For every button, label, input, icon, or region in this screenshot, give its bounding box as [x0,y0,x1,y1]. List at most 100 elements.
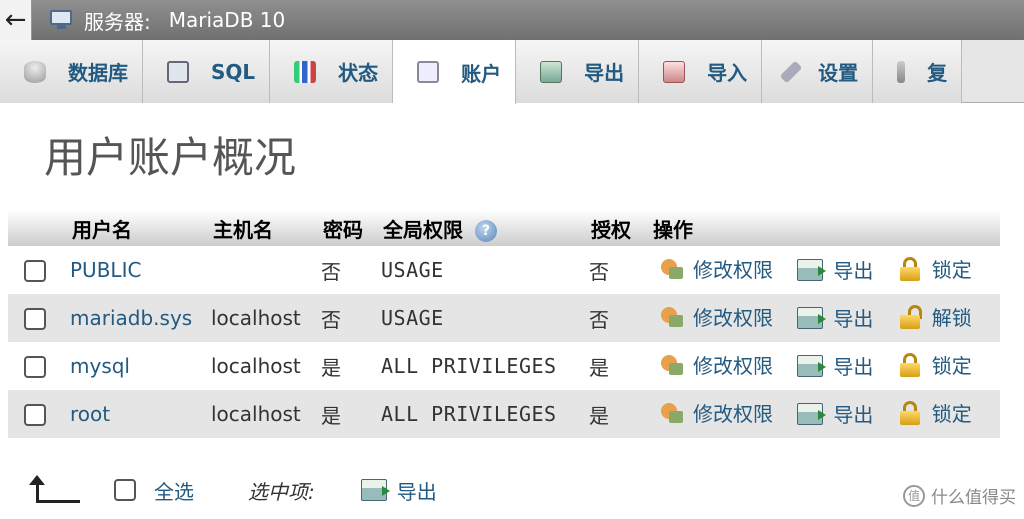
privileges-cell: ALL PRIVILEGES [375,342,583,390]
username-link[interactable]: PUBLIC [70,258,141,282]
grant-cell: 是 [583,342,645,390]
header-grant: 授权 [583,210,645,246]
edit-privileges-icon [659,401,685,425]
user-accounts-table: 用户名 主机名 密码 全局权限? 授权 操作 PUBLIC 否 USAGE 否 … [8,210,1000,438]
action-label: 锁定 [931,354,972,379]
grant-cell: 是 [583,390,645,438]
header-username: 用户名 [64,210,205,246]
username-link[interactable]: mysql [70,354,130,378]
export-link[interactable]: 导出 [797,399,873,428]
edit-privileges-icon [659,257,685,281]
edit-privileges-link[interactable]: 修改权限 [659,350,773,379]
edit-privileges-link[interactable]: 修改权限 [659,302,773,331]
action-label: 锁定 [931,402,972,427]
tab-export[interactable]: 导出 [516,40,640,103]
with-selected-label: 选中项: [248,479,315,504]
export-link[interactable]: 导出 [797,351,873,380]
tab-label: 数据库 [68,61,128,85]
action-label: 修改权限 [693,306,773,331]
server-bar: ← 服务器: MariaDB 10 [0,0,1024,40]
back-arrow-icon[interactable]: ← [0,0,32,40]
lock-link[interactable]: 锁定 [898,254,972,283]
password-cell: 是 [315,390,375,438]
export-icon [360,479,390,501]
tab-sql[interactable]: SQL [143,40,271,103]
header-password: 密码 [315,210,375,246]
unlock-link[interactable]: 解锁 [898,302,972,331]
settings-icon [779,60,803,83]
watermark-text: 什么值得买 [931,488,1016,508]
host-cell: localhost [205,390,315,438]
lock-icon [898,256,922,281]
action-label: 修改权限 [693,258,773,283]
export-icon [797,306,827,329]
table-row: root localhost 是 ALL PRIVILEGES 是 修改权限 导… [8,390,1000,438]
tab-settings[interactable]: 设置 [762,40,874,103]
tab-label: 状态 [338,61,379,85]
select-arrow-icon [28,475,80,505]
tab-label: 复 [927,61,948,85]
lock-link[interactable]: 锁定 [898,350,972,379]
action-label: 导出 [833,307,874,332]
edit-privileges-icon [659,305,685,329]
export-link[interactable]: 导出 [797,255,873,284]
tab-databases[interactable]: 数据库 [0,40,143,103]
action-label: 导出 [833,259,874,284]
edit-privileges-link[interactable]: 修改权限 [659,254,773,283]
server-name-link[interactable]: MariaDB 10 [169,8,285,32]
action-label: 解锁 [931,306,972,331]
bulk-actions-footer: 全选 选中项: 导出 [28,475,437,505]
action-label: 锁定 [931,258,972,283]
export-icon [797,402,827,425]
bulk-export-button[interactable]: 导出 [360,476,437,505]
sql-icon [167,60,189,83]
edit-privileges-link[interactable]: 修改权限 [659,398,773,427]
page-title: 用户账户概况 [44,133,297,182]
lock-icon [898,352,922,377]
header-global-privileges-label: 全局权限 [383,217,463,242]
row-checkbox[interactable] [24,260,46,283]
edit-privileges-icon [659,353,685,377]
status-icon [294,60,317,83]
row-checkbox[interactable] [24,356,46,379]
table-row: PUBLIC 否 USAGE 否 修改权限 导出 锁定 [8,246,1000,294]
select-all-label[interactable]: 全选 [154,476,194,505]
tab-replication[interactable]: 复 [873,40,963,103]
header-actions: 操作 [645,210,1000,246]
action-label: 修改权限 [693,402,773,427]
action-label: 导出 [833,355,874,380]
tab-label: 设置 [818,61,859,85]
table-header-row: 用户名 主机名 密码 全局权限? 授权 操作 [8,210,1000,246]
action-label: 导出 [833,403,874,428]
host-cell [205,246,315,294]
unlock-icon [898,304,922,329]
lock-link[interactable]: 锁定 [898,398,972,427]
privileges-cell: ALL PRIVILEGES [375,390,583,438]
bulk-export-label: 导出 [396,479,437,504]
header-host: 主机名 [205,210,315,246]
tab-label: 导入 [707,61,748,85]
table-row: mysql localhost 是 ALL PRIVILEGES 是 修改权限 … [8,342,1000,390]
export-link[interactable]: 导出 [797,303,873,332]
table-row: mariadb.sys localhost 否 USAGE 否 修改权限 导出 … [8,294,1000,342]
row-checkbox[interactable] [24,404,46,427]
import-icon [663,60,686,83]
tab-label: 账户 [461,61,502,86]
tab-accounts[interactable]: 账户 [393,40,517,104]
export-icon [540,60,563,83]
help-icon[interactable]: ? [475,220,497,242]
username-link[interactable]: root [70,402,110,426]
tab-label: 导出 [584,61,625,85]
privileges-cell: USAGE [375,294,583,342]
row-checkbox[interactable] [24,308,46,331]
header-checkbox-col [8,210,64,246]
tab-label: SQL [211,59,256,84]
select-all-checkbox[interactable] [114,479,136,501]
password-cell: 否 [315,294,375,342]
username-link[interactable]: mariadb.sys [70,306,192,330]
main-tabs: 数据库 SQL 状态 账户 导出 导入 设置 复 [0,40,1024,104]
tab-import[interactable]: 导入 [639,40,763,103]
watermark-logo-icon: 值 [903,484,925,507]
action-label: 修改权限 [693,354,773,379]
tab-status[interactable]: 状态 [270,40,394,103]
